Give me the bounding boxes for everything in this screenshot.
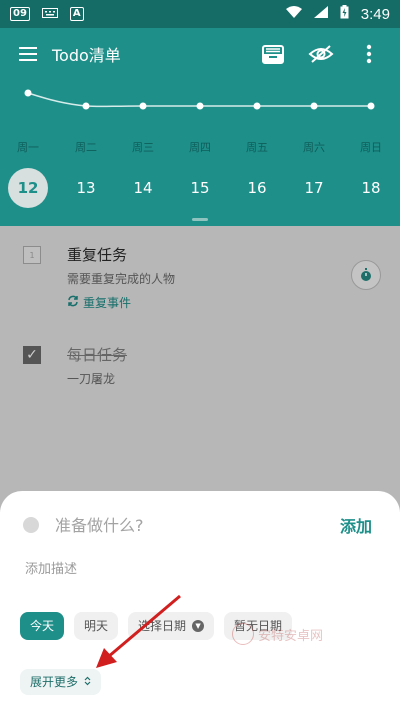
weekday-label: 周四 [189,141,211,154]
weekday-label: 周日 [360,141,382,154]
expand-chevron-icon [84,669,91,695]
watermark: 安特安卓网 [232,623,323,645]
timer-icon[interactable] [351,260,381,290]
progress-point [24,89,32,97]
new-task-radio[interactable] [23,517,39,533]
date-row: 12 13 14 15 16 17 18 [0,168,400,208]
date-13[interactable]: 13 [66,168,106,208]
keyboard-icon [41,7,58,22]
weekday-label: 周三 [132,141,154,154]
app-title: Todo清单 [52,46,121,65]
wifi-icon [285,6,302,22]
menu-icon[interactable] [16,42,40,66]
task-description: 一刀屠龙 [67,372,116,386]
chip-choose-date-label: 选择日期 [138,619,187,633]
weekday-label: 周五 [246,141,268,154]
repeat-label: 重复事件 [83,296,132,310]
signal-icon [313,6,328,22]
weekday-label: 周一 [17,141,39,154]
hide-completed-eye-off-icon[interactable] [308,41,334,67]
expand-more-label: 展开更多 [30,675,79,689]
notification-badge: 09 [10,7,30,21]
weekday-label: 周二 [75,141,97,154]
date-18[interactable]: 18 [351,168,391,208]
archive-inbox-icon[interactable] [260,41,286,67]
task-description-input[interactable] [23,561,327,578]
task-repeat-tag: 重复事件 [67,294,131,311]
toolbar: Todo清单 [0,28,400,80]
date-16[interactable]: 16 [237,168,277,208]
header-drag-handle[interactable] [192,218,208,221]
task-title: 每日任务 [67,346,128,364]
more-vertical-icon[interactable] [356,41,382,67]
date-12-selected[interactable]: 12 [8,168,48,208]
add-button[interactable]: 添加 [340,513,372,537]
watermark-text: 安特安卓网 [258,628,324,644]
status-bar: 09 A 3:49 [0,0,400,28]
task-item-repeat[interactable]: 1 重复任务 需要重复完成的人物 重复事件 [0,240,400,320]
task-title: 重复任务 [67,246,128,264]
weekday-label: 周六 [303,141,325,154]
dropdown-icon: ▼ [192,620,205,632]
weekday-row: 周一 周二 周三 周四 周五 周六 周日 [0,139,400,155]
task-item-daily[interactable]: ✓ 每日任务 一刀屠龙 [0,340,400,390]
date-17[interactable]: 17 [294,168,334,208]
expand-more-button[interactable]: 展开更多 [20,669,102,695]
task-checkbox-checked[interactable]: ✓ [23,346,41,364]
chip-choose-date[interactable]: 选择日期 ▼ [128,612,215,640]
date-15[interactable]: 15 [180,168,220,208]
task-description: 需要重复完成的人物 [67,272,176,286]
a-app-icon: A [69,7,84,21]
chip-tomorrow[interactable]: 明天 [74,612,119,640]
task-title-input[interactable] [53,514,297,536]
chip-today[interactable]: 今天 [20,612,65,640]
battery-icon [340,5,349,23]
progress-point [310,102,318,110]
task-checkbox[interactable]: 1 [23,246,41,264]
progress-point [82,102,90,110]
date-14[interactable]: 14 [123,168,163,208]
progress-point [253,102,261,110]
progress-point [139,102,147,110]
add-task-sheet: 添加 今天 明天 选择日期 ▼ 暂无日期 安特安卓网 展开更多 [0,491,400,711]
weekly-progress-line [24,89,375,110]
header: Todo清单 周一 周二 周三 周四 周五 周六 周日 12 13 14 15 … [0,28,400,226]
watermark-logo [232,623,254,645]
repeat-icon [67,295,79,310]
clock-time: 3:49 [360,5,390,23]
progress-point [196,102,204,110]
progress-point [367,102,375,110]
